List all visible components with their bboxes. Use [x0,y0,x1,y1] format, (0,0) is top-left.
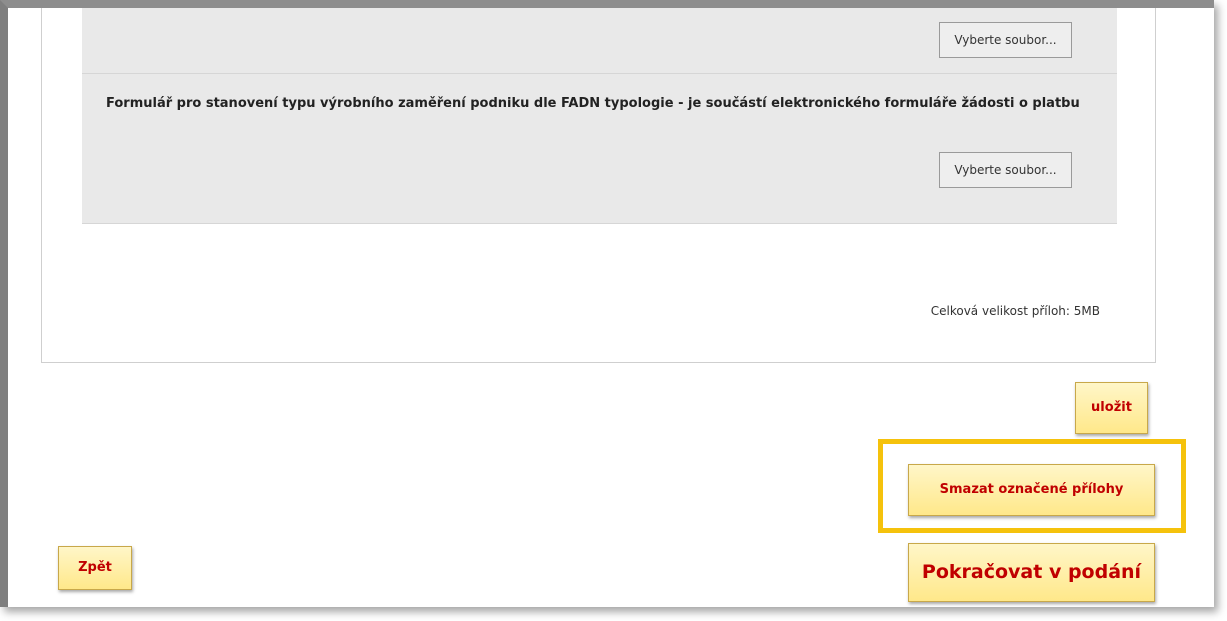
attachments-upload-panel: Vyberte soubor... Formulář pro stanovení… [82,8,1117,224]
attachment-row: Vyberte soubor... [82,8,1117,74]
choose-file-button[interactable]: Vyberte soubor... [939,152,1072,188]
total-attachments-size: Celková velikost příloh: 5MB [930,304,1100,318]
attachment-title: Formulář pro stanovení typu výrobního za… [106,96,1080,111]
continue-submission-button[interactable]: Pokračovat v podání [908,543,1155,602]
choose-file-button[interactable]: Vyberte soubor... [939,22,1072,58]
attachments-section: Vyberte soubor... Formulář pro stanovení… [41,8,1156,363]
screenshot-frame: Vyberte soubor... Formulář pro stanovení… [0,0,1214,607]
attachment-row: Formulář pro stanovení typu výrobního za… [82,76,1117,223]
delete-selected-attachments-button[interactable]: Smazat označené přílohy [908,464,1155,516]
back-button[interactable]: Zpět [58,546,132,590]
save-button[interactable]: uložit [1075,382,1148,434]
